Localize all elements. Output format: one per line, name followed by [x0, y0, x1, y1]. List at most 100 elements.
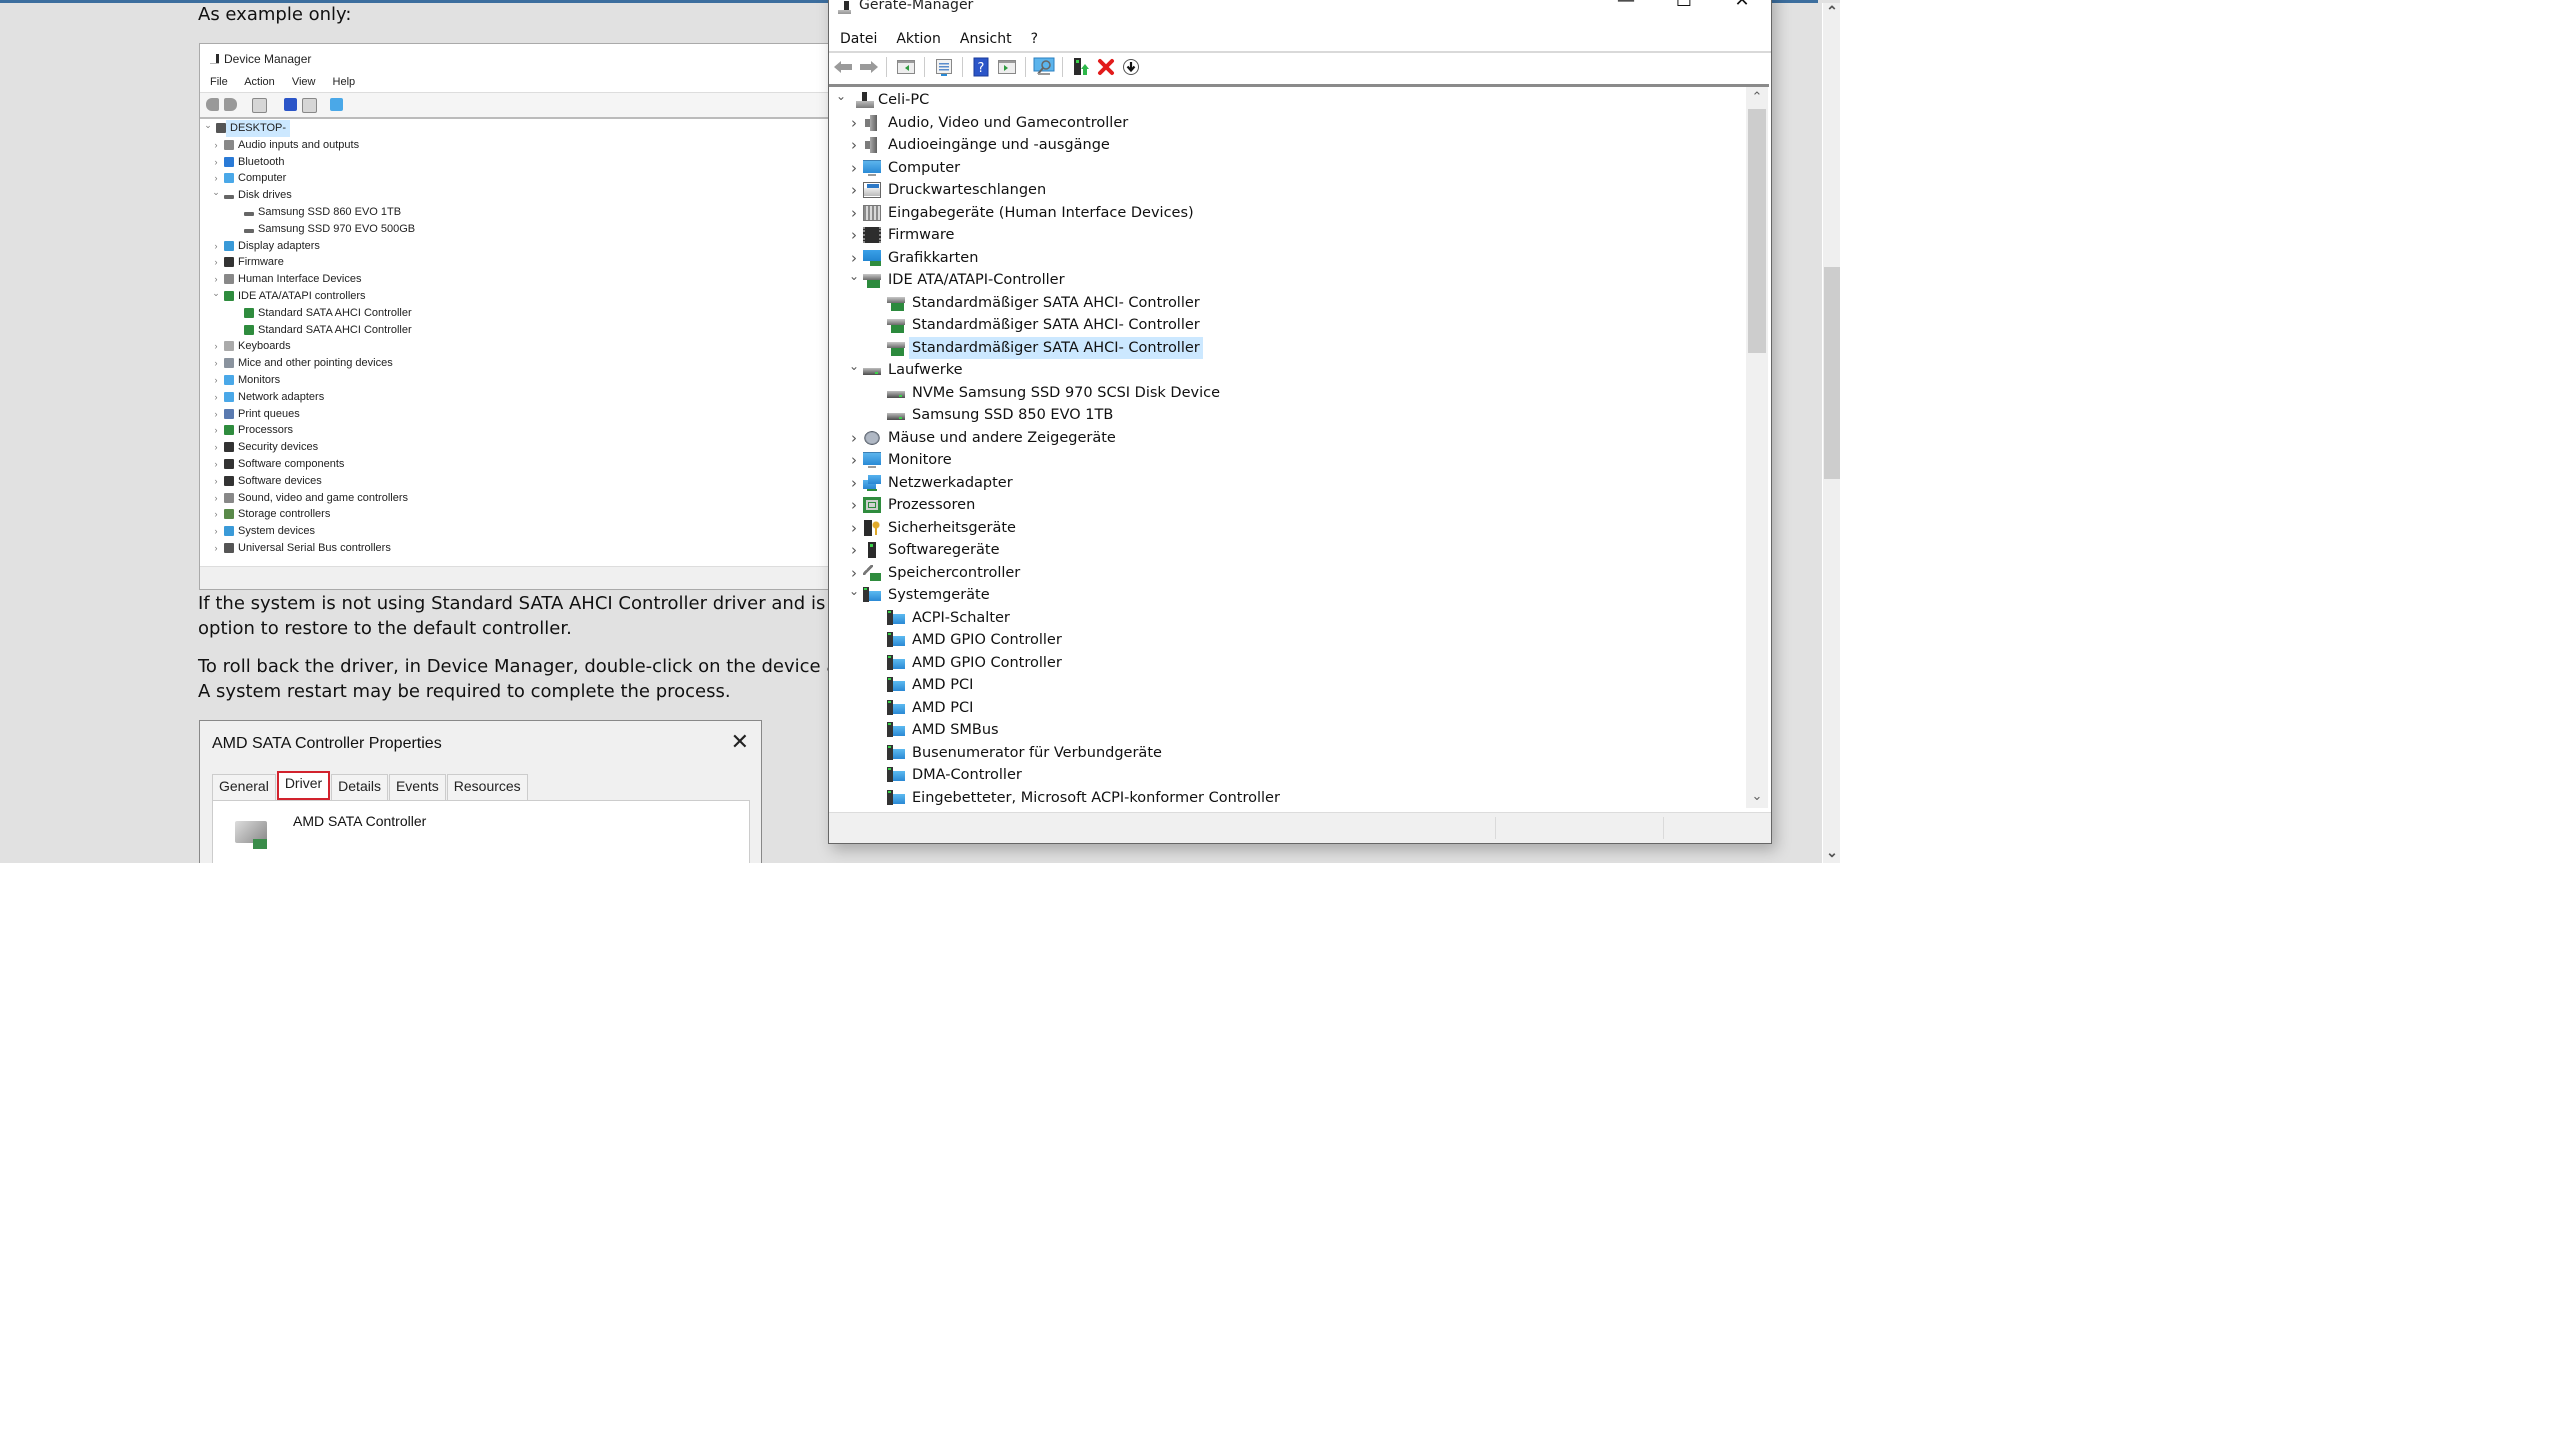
help-button[interactable]: ?	[970, 56, 992, 78]
tree-item[interactable]: › Audioeingänge und -ausgänge	[829, 134, 1744, 157]
example-tree-item-label: Disk drives	[238, 189, 292, 202]
chevron-right-icon[interactable]: ›	[847, 157, 861, 180]
example-tree-item-label: Mice and other pointing devices	[238, 357, 393, 370]
page-scrollbar[interactable]: ⌃ ⌄	[1822, 3, 1840, 863]
tree-item[interactable]: AMD PCI	[829, 674, 1744, 697]
forward-button[interactable]	[858, 56, 880, 78]
chevron-right-icon[interactable]: ›	[847, 202, 861, 225]
uninstall-device-button[interactable]	[1095, 56, 1117, 78]
back-button[interactable]	[832, 56, 854, 78]
uninstall-icon	[1098, 59, 1114, 75]
ide-controller-icon	[887, 317, 905, 333]
tree-item[interactable]: Eingebetteter, Microsoft ACPI-konformer …	[829, 787, 1744, 809]
tree-item[interactable]: Standardmäßiger SATA AHCI- Controller	[829, 314, 1744, 337]
minimize-button[interactable]: —	[1597, 0, 1655, 17]
system-device-icon	[887, 744, 905, 761]
maximize-button[interactable]: ☐	[1655, 0, 1713, 17]
monitor-icon	[863, 452, 881, 469]
menu-datei[interactable]: Datei	[829, 27, 885, 51]
paragraph2-line2: A system restart may be required to comp…	[198, 681, 731, 702]
tree-item[interactable]: › Sicherheitsgeräte	[829, 517, 1744, 540]
chip-icon	[224, 257, 234, 268]
tree-item-label: AMD PCI	[912, 699, 974, 716]
example-tree-item: › Print queues	[200, 406, 840, 423]
scroll-up-button[interactable]: ⌃	[1746, 87, 1768, 109]
tree-item[interactable]: › Speichercontroller	[829, 562, 1744, 585]
tree-item[interactable]: NVMe Samsung SSD 970 SCSI Disk Device	[829, 382, 1744, 405]
example-tree-item: › Mice and other pointing devices	[200, 355, 840, 372]
disable-device-button[interactable]	[1120, 56, 1142, 78]
chevron-right-icon: ›	[214, 358, 218, 369]
tree-item[interactable]: AMD PCI	[829, 697, 1744, 720]
tree-item[interactable]: › Prozessoren	[829, 494, 1744, 517]
tree-item[interactable]: Standardmäßiger SATA AHCI- Controller	[829, 292, 1744, 315]
tree-item[interactable]: ACPI-Schalter	[829, 607, 1744, 630]
tree-item[interactable]: › Druckwarteschlangen	[829, 179, 1744, 202]
chevron-down-icon[interactable]: ⌄	[847, 580, 861, 603]
chevron-right-icon[interactable]: ›	[847, 179, 861, 202]
chevron-down-icon[interactable]: ⌄	[834, 87, 848, 108]
chevron-right-icon[interactable]: ›	[847, 539, 861, 562]
tree-item[interactable]: › Audio, Video und Gamecontroller	[829, 112, 1744, 135]
chevron-right-icon[interactable]: ›	[847, 427, 861, 450]
properties-button[interactable]	[933, 56, 955, 78]
tree-root[interactable]: ⌄ Celi-PC	[829, 89, 1744, 112]
tree-scrollbar-thumb[interactable]	[1748, 109, 1766, 353]
chevron-down-icon[interactable]: ⌄	[847, 355, 861, 378]
chevron-down-icon[interactable]: ⌄	[847, 265, 861, 288]
tree-item[interactable]: › Mäuse und andere Zeigegeräte	[829, 427, 1744, 450]
tree-item[interactable]: AMD GPIO Controller	[829, 629, 1744, 652]
status-bar	[829, 812, 1771, 843]
chevron-right-icon[interactable]: ›	[847, 449, 861, 472]
chevron-right-icon[interactable]: ›	[847, 494, 861, 517]
tree-item-label: AMD PCI	[912, 677, 974, 693]
window-title: Geräte-Manager	[859, 0, 974, 13]
page-scroll-down-button[interactable]: ⌄	[1823, 844, 1840, 861]
speaker-icon	[224, 139, 234, 150]
help-icon: ?	[973, 57, 989, 77]
tree-item[interactable]: › Eingabegeräte (Human Interface Devices)	[829, 202, 1744, 225]
tree-item[interactable]: › Softwaregeräte	[829, 539, 1744, 562]
menu-ansicht[interactable]: Ansicht	[949, 27, 1020, 51]
chevron-right-icon[interactable]: ›	[847, 517, 861, 540]
menu-help[interactable]: ?	[1020, 27, 1046, 51]
update-driver-button[interactable]	[1070, 56, 1092, 78]
tree-item[interactable]: › Computer	[829, 157, 1744, 180]
chevron-right-icon[interactable]: ›	[847, 472, 861, 495]
show-hide-console-tree-button[interactable]	[895, 56, 917, 78]
menu-aktion[interactable]: Aktion	[885, 27, 949, 51]
example-tree-item-label: Human Interface Devices	[238, 273, 362, 286]
scan-hardware-button[interactable]	[1033, 56, 1055, 78]
tree-item[interactable]: AMD GPIO Controller	[829, 652, 1744, 675]
tree-item[interactable]: › Monitore	[829, 449, 1744, 472]
tree-item[interactable]: ⌄ IDE ATA/ATAPI-Controller	[829, 269, 1744, 292]
speaker-icon	[863, 137, 881, 153]
tree-item[interactable]: Busenumerator für Verbundgeräte	[829, 742, 1744, 765]
scroll-down-button[interactable]: ⌄	[1746, 786, 1768, 808]
chevron-right-icon[interactable]: ›	[847, 112, 861, 135]
tree-item-label: Computer	[888, 159, 961, 176]
title-bar[interactable]: Geräte-Manager — ☐ ✕	[829, 0, 1771, 17]
close-button[interactable]: ✕	[1713, 0, 1771, 17]
chevron-right-icon[interactable]: ›	[847, 134, 861, 157]
tree-item[interactable]: ⌄ Laufwerke	[829, 359, 1744, 382]
tree-item[interactable]: Samsung SSD 850 EVO 1TB	[829, 404, 1744, 427]
page-scrollbar-thumb[interactable]	[1824, 267, 1840, 479]
tree-item[interactable]: DMA-Controller	[829, 764, 1744, 787]
tree-item[interactable]: ⌄ Systemgeräte	[829, 584, 1744, 607]
tree-item[interactable]: › Grafikkarten	[829, 247, 1744, 270]
scan-hardware-icon	[330, 98, 343, 111]
tree-item[interactable]: › Netzwerkadapter	[829, 472, 1744, 495]
chevron-right-icon[interactable]: ›	[847, 224, 861, 247]
example-tree-item: Samsung SSD 970 EVO 500GB	[200, 221, 840, 238]
action-pane-button[interactable]	[996, 56, 1018, 78]
example-tree-item: › Bluetooth	[200, 154, 840, 171]
tree-scrollbar[interactable]: ⌃ ⌄	[1746, 87, 1768, 808]
printer-icon	[863, 182, 881, 198]
tree-item[interactable]: › Firmware	[829, 224, 1744, 247]
page-scroll-up-button[interactable]: ⌃	[1823, 3, 1840, 20]
example-tree-item: › Network adapters	[200, 389, 840, 406]
tree-item[interactable]: Standardmäßiger SATA AHCI- Controller	[829, 336, 1744, 359]
tree-item[interactable]: AMD SMBus	[829, 719, 1744, 742]
example-menubar: File Action View Help	[210, 76, 369, 88]
